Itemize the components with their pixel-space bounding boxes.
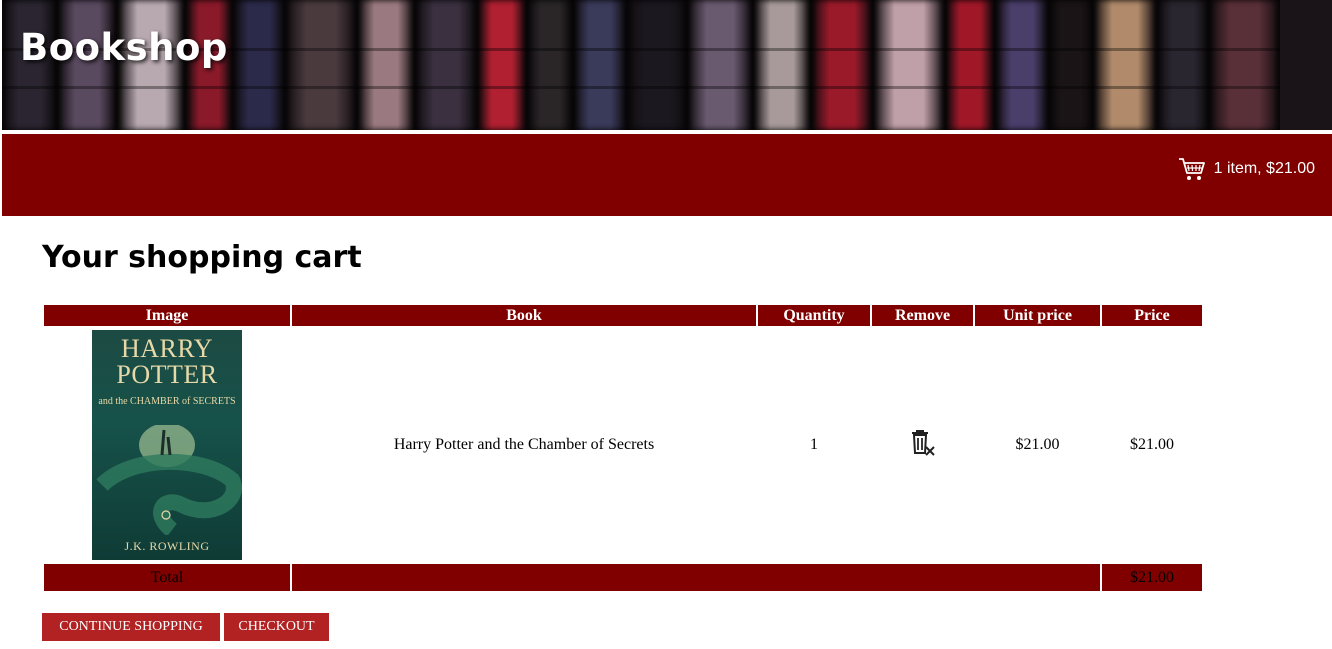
book-spine [687,0,753,130]
book-spine [285,0,357,130]
column-header-remove: Remove [872,305,973,326]
book-spine [945,0,995,130]
column-header-quantity: Quantity [758,305,870,326]
total-row: Total $21.00 [44,564,1202,591]
column-header-image: Image [44,305,290,326]
cell-book-title[interactable]: Harry Potter and the Chamber of Secrets [292,328,756,562]
page-title: Your shopping cart [42,240,362,275]
cover-title-line2: POTTER [116,360,218,389]
book-spine [995,0,1049,130]
column-header-unit-price: Unit price [975,305,1100,326]
book-spine [573,0,627,130]
cell-remove [872,328,973,562]
cart-summary-text: 1 item, $21.00 [1213,160,1315,177]
table-row: HARRY POTTER and the CHAMBER of SECRETS … [44,328,1202,562]
cell-image: HARRY POTTER and the CHAMBER of SECRETS … [44,328,290,562]
table-header-row: Image Book Quantity Remove Unit price Pr… [44,305,1202,326]
cart-summary-link[interactable]: 1 item, $21.00 [1178,156,1315,182]
cover-author: J.K. ROWLING [124,539,210,553]
book-spine [811,0,873,130]
checkout-button[interactable]: CHECKOUT [224,613,329,641]
book-spine [753,0,811,130]
nav-bar: 1 item, $21.00 [2,134,1332,216]
shopping-cart-icon [1178,158,1205,180]
book-spine [1209,0,1280,130]
book-spine [1093,0,1157,130]
book-spine [477,0,527,130]
column-header-book: Book [292,305,756,326]
total-spacer [292,564,1100,591]
book-cover-image[interactable]: HARRY POTTER and the CHAMBER of SECRETS … [92,330,242,560]
cell-quantity: 1 [810,436,818,453]
book-spine [1049,0,1093,130]
column-header-price: Price [1102,305,1202,326]
header-banner: Bookshop [2,0,1332,130]
book-spine [873,0,945,130]
cart-table: Image Book Quantity Remove Unit price Pr… [42,303,1204,593]
book-spine [415,0,477,130]
total-label: Total [44,564,290,591]
total-value: $21.00 [1102,564,1202,591]
book-spine [233,0,285,130]
cover-artwork [96,425,242,535]
cell-unit-price: $21.00 [1015,436,1060,453]
book-spine [527,0,573,130]
cell-price: $21.00 [1130,436,1174,453]
book-spine [1157,0,1209,130]
trash-remove-icon[interactable] [910,429,936,457]
book-spine [357,0,415,130]
cover-subtitle: and the CHAMBER of SECRETS [98,396,236,407]
site-title[interactable]: Bookshop [20,26,228,69]
continue-shopping-button[interactable]: CONTINUE SHOPPING [42,613,220,641]
book-spine [627,0,687,130]
cover-title-line1: HARRY [120,334,214,363]
